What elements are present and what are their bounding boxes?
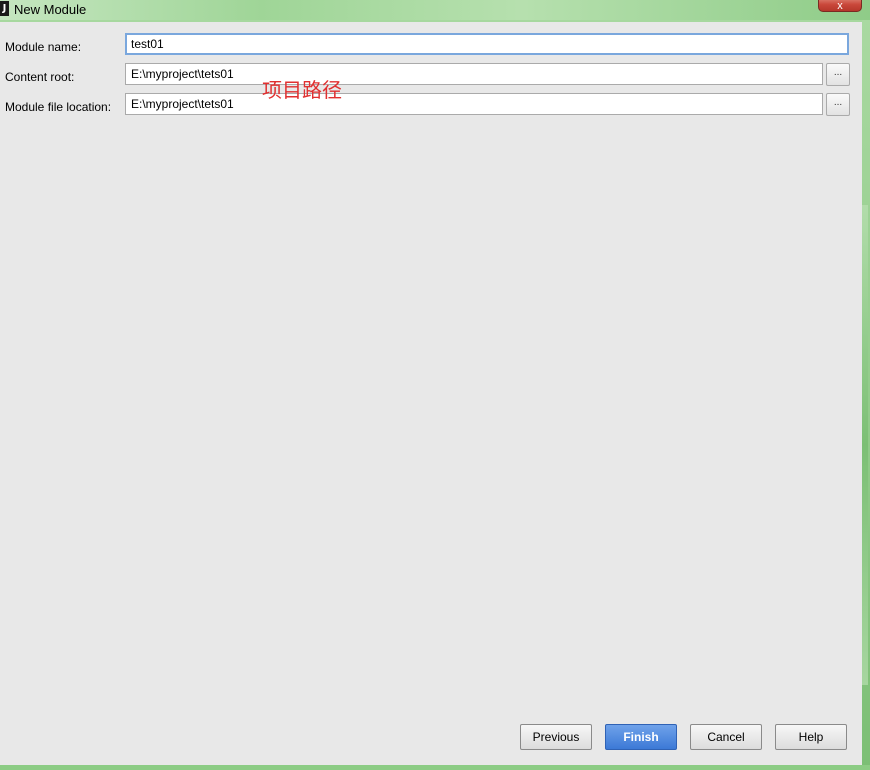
- cancel-button[interactable]: Cancel: [690, 724, 762, 750]
- content-root-input[interactable]: [125, 63, 823, 85]
- window-edge-highlight: [862, 205, 868, 685]
- title-bar[interactable]: J New Module x: [0, 0, 870, 20]
- help-button[interactable]: Help: [775, 724, 847, 750]
- module-name-input[interactable]: [125, 33, 849, 55]
- module-file-location-browse-button[interactable]: ...: [826, 93, 850, 116]
- previous-button[interactable]: Previous: [520, 724, 592, 750]
- content-root-browse-button[interactable]: ...: [826, 63, 850, 86]
- module-name-label: Module name:: [5, 40, 82, 54]
- ellipsis-icon: ...: [833, 67, 843, 78]
- ellipsis-icon: ...: [833, 97, 843, 108]
- content-root-label: Content root:: [5, 70, 75, 84]
- module-file-location-input[interactable]: [125, 93, 823, 115]
- new-module-dialog: J New Module x Module name: Content root…: [0, 0, 870, 770]
- window-bottom-border: [0, 765, 870, 770]
- finish-button[interactable]: Finish: [605, 724, 677, 750]
- close-icon: x: [837, 0, 843, 12]
- module-file-location-label: Module file location:: [5, 100, 112, 114]
- window-title: New Module: [14, 2, 87, 17]
- intellij-app-icon: J: [0, 1, 9, 16]
- close-button[interactable]: x: [818, 0, 862, 12]
- dialog-content: [0, 22, 862, 765]
- project-path-annotation: 项目路径: [262, 78, 342, 102]
